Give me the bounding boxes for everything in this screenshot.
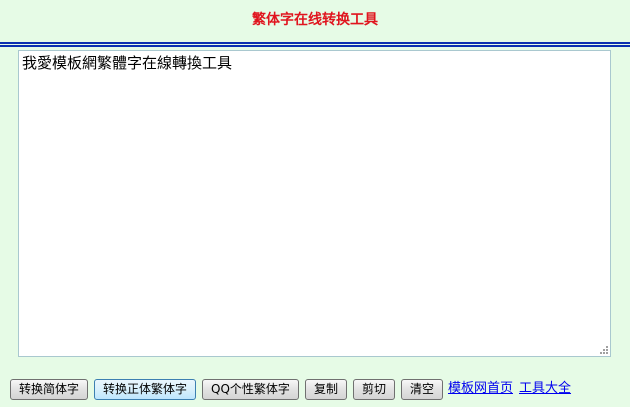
convert-traditional-button[interactable]: 转换正体繁体字 [94,378,197,400]
home-link[interactable]: 模板网首页 [448,379,513,399]
header-divider [0,42,630,47]
copy-button[interactable]: 复制 [304,378,347,400]
editor-container: 我愛模板網繁體字在線轉換工具 [18,50,611,357]
page-title: 繁体字在线转换工具 [252,12,378,28]
toolbar: 转换简体字 转换正体繁体字 QQ个性繁体字 复制 剪切 清空 模板网首页 工具大… [10,378,571,400]
clear-button[interactable]: 清空 [400,378,443,400]
tools-link[interactable]: 工具大全 [519,379,571,399]
qq-style-traditional-button[interactable]: QQ个性繁体字 [202,378,299,400]
text-editor[interactable]: 我愛模板網繁體字在線轉換工具 [18,50,611,357]
resize-grip-icon[interactable] [598,344,608,354]
footer-links: 模板网首页 工具大全 [448,379,571,399]
cut-button[interactable]: 剪切 [352,378,395,400]
convert-simplified-button[interactable]: 转换简体字 [10,378,89,400]
